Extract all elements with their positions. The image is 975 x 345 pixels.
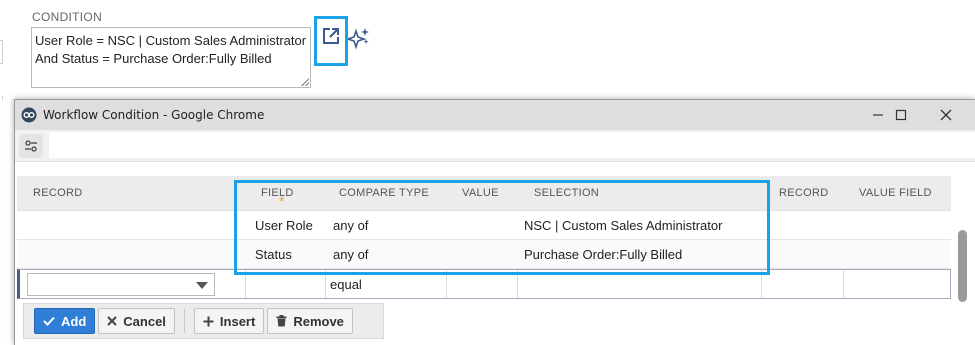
- cell-compare-type: any of: [333, 217, 369, 233]
- grid-header: RECORD FIELD * COMPARE TYPE VALUE SELECT…: [17, 176, 951, 211]
- maximize-icon: [895, 109, 907, 121]
- condition-text: User Role = NSC | Custom Sales Administr…: [35, 33, 307, 66]
- cell-selection: NSC | Custom Sales Administrator: [524, 217, 723, 233]
- button-separator: [183, 309, 185, 333]
- edit-selection-cell[interactable]: [518, 270, 762, 298]
- edit-field-cell[interactable]: [246, 270, 326, 298]
- vertical-scrollbar[interactable]: [958, 230, 967, 302]
- condition-grid: RECORD FIELD * COMPARE TYPE VALUE SELECT…: [17, 176, 951, 299]
- add-button[interactable]: Add: [34, 308, 96, 334]
- required-marker: *: [279, 193, 285, 209]
- plus-icon: [203, 316, 214, 326]
- maximize-button[interactable]: [878, 100, 924, 130]
- cell-field: Status: [255, 246, 292, 262]
- resize-grip-icon[interactable]: [301, 78, 309, 86]
- cell-selection: Purchase Order:Fully Billed: [524, 246, 683, 262]
- edit-record-2-cell[interactable]: [762, 270, 844, 298]
- window-title: Workflow Condition - Google Chrome: [43, 108, 265, 122]
- remove-button-label: Remove: [293, 313, 344, 329]
- sparkle-icon[interactable]: [348, 27, 370, 49]
- cancel-button[interactable]: Cancel: [98, 308, 175, 334]
- chevron-down-icon: [196, 282, 208, 289]
- cell-compare-type: any of: [333, 246, 369, 262]
- background-field-edge-2: [0, 96, 3, 100]
- app-logo-icon: [21, 107, 37, 123]
- checkmark-icon: [43, 316, 55, 326]
- close-icon: [940, 109, 952, 121]
- window-titlebar[interactable]: Workflow Condition - Google Chrome: [15, 100, 975, 130]
- table-row[interactable]: Status any of Purchase Order:Fully Bille…: [17, 240, 951, 269]
- tune-icon: [25, 140, 37, 152]
- header-value-field: VALUE FIELD: [859, 187, 932, 199]
- open-external-icon: [323, 28, 339, 44]
- remove-button[interactable]: Remove: [267, 308, 353, 334]
- close-icon: [107, 316, 117, 326]
- add-button-label: Add: [61, 313, 87, 329]
- browser-toolbar: [15, 130, 975, 162]
- condition-textarea[interactable]: User Role = NSC | Custom Sales Administr…: [31, 27, 311, 88]
- close-button[interactable]: [923, 100, 969, 130]
- workflow-condition-window: Workflow Condition - Google Chrome RECOR…: [14, 99, 975, 345]
- header-field: FIELD *: [251, 187, 325, 209]
- condition-label: CONDITION: [32, 10, 103, 24]
- edit-compare-type-value: equal: [330, 276, 362, 292]
- cancel-button-label: Cancel: [123, 313, 166, 329]
- header-selection: SELECTION: [534, 187, 600, 199]
- edit-value-field-cell[interactable]: [844, 270, 948, 298]
- background-field-edge: [0, 40, 3, 64]
- insert-button[interactable]: Insert: [193, 308, 265, 334]
- edit-value-cell[interactable]: [447, 270, 518, 298]
- table-row[interactable]: User Role any of NSC | Custom Sales Admi…: [17, 211, 951, 240]
- edit-record-cell: [20, 270, 246, 298]
- address-area: [49, 132, 975, 158]
- trash-icon: [276, 315, 287, 327]
- cell-field: User Role: [255, 217, 313, 233]
- edit-compare-type-cell[interactable]: equal: [326, 270, 447, 298]
- header-field-label: FIELD: [261, 187, 294, 199]
- header-record-2: RECORD: [779, 187, 829, 199]
- record-select[interactable]: [27, 273, 215, 296]
- header-value: VALUE: [462, 187, 499, 199]
- header-compare-type: COMPARE TYPE: [339, 187, 429, 199]
- site-settings-button[interactable]: [19, 134, 43, 158]
- header-record: RECORD: [33, 187, 83, 199]
- row-action-bar: Add Cancel Insert Remove: [23, 303, 384, 339]
- open-condition-popup-button[interactable]: [314, 16, 348, 66]
- insert-button-label: Insert: [219, 313, 256, 329]
- edit-row: equal: [17, 269, 951, 299]
